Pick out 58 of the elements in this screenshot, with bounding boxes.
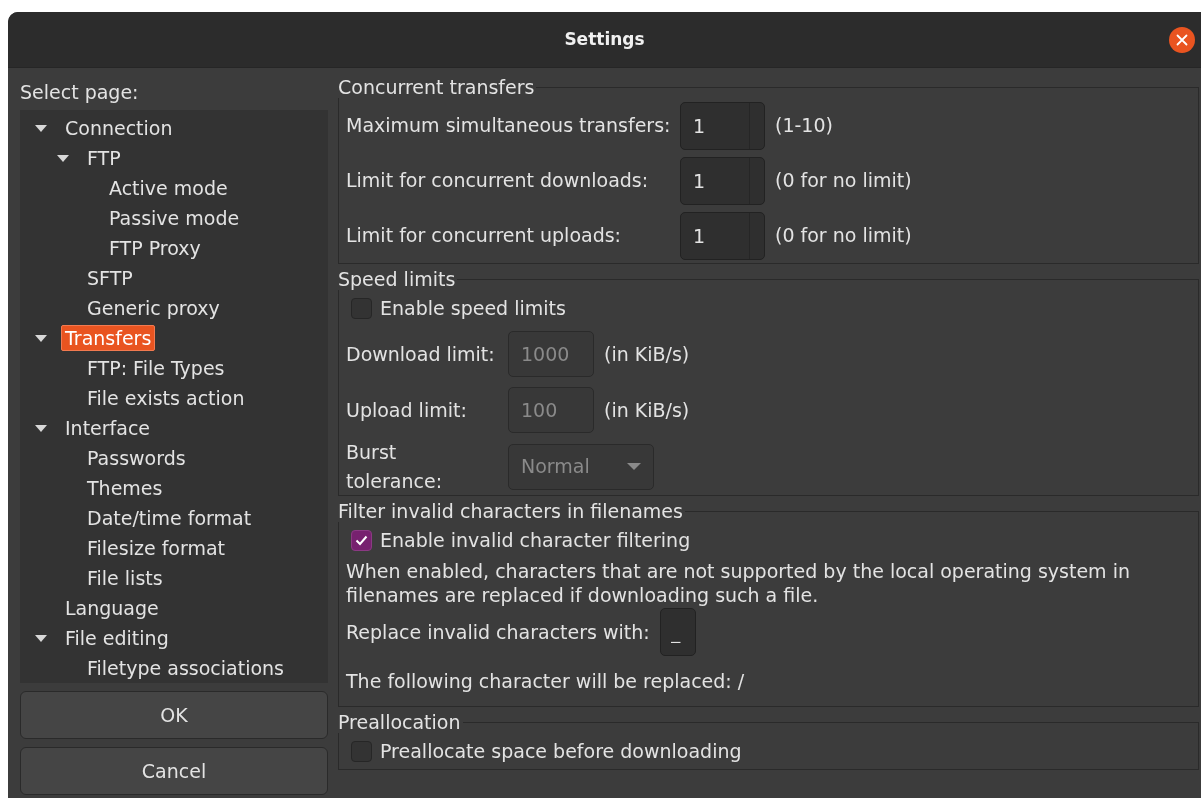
tree-item[interactable]: Date/time format (83, 505, 256, 531)
cancel-button[interactable]: Cancel (20, 747, 328, 795)
field-label: Download limit: (346, 341, 496, 367)
group-title: Filter invalid characters in filenames (338, 500, 684, 522)
field-label: Maximum simultaneous transfers: (346, 113, 670, 139)
tree-item[interactable]: Connection (61, 115, 177, 141)
group-title: Preallocation (338, 711, 462, 733)
check-icon (355, 534, 368, 546)
tree-item[interactable]: FTP (83, 145, 125, 171)
spin-field[interactable]: 1 (680, 156, 765, 205)
field-label: Limit for concurrent uploads: (346, 223, 622, 249)
tree-item[interactable]: File lists (83, 565, 167, 591)
tree-item[interactable]: FTP: File Types (83, 355, 229, 381)
hint-text: (0 for no limit) (775, 223, 912, 249)
field-label: Limit for concurrent downloads: (346, 168, 650, 194)
tree-item[interactable]: FTP Proxy (105, 235, 205, 261)
field-label: Burst tolerance: (346, 440, 444, 494)
tree-item[interactable]: SFTP (83, 265, 137, 291)
tree-item[interactable]: Generic proxy (83, 295, 224, 321)
field-label: Replace invalid characters with: (346, 619, 650, 645)
description-text: When enabled, characters that are not supported by the local operating system in filenames are replaced if downloading such a file. (346, 559, 1131, 607)
group-title: Concurrent transfers (338, 76, 536, 98)
hint-text: (in KiB/s) (604, 341, 690, 367)
expander-icon[interactable] (56, 153, 70, 163)
tree-item[interactable]: Language (61, 595, 163, 621)
tree-item[interactable]: File editing (61, 625, 173, 651)
close-button[interactable] (1169, 27, 1195, 53)
tree-item[interactable]: File exists action (83, 385, 249, 411)
close-icon (1176, 34, 1188, 46)
group-title: Speed limits (338, 268, 457, 290)
input-field[interactable]: _ (659, 608, 696, 656)
spin-field[interactable]: 1 (680, 211, 765, 260)
checkbox-label: Enable speed limits (380, 295, 566, 321)
tree-item[interactable]: Themes (83, 475, 167, 501)
caret-icon (627, 462, 641, 471)
sidebar-label: Select page: (20, 81, 139, 103)
hint-text: (in KiB/s) (604, 397, 690, 423)
spin-field[interactable]: 1 (680, 101, 765, 150)
ok-button[interactable]: OK (20, 691, 328, 739)
tree-item[interactable]: Interface (61, 415, 155, 441)
hint-text: (1-10) (775, 113, 833, 139)
field-label: Upload limit: (346, 397, 468, 423)
expander-icon[interactable] (34, 633, 48, 643)
hint-text: (0 for no limit) (775, 168, 912, 194)
tree-item[interactable]: Passive mode (105, 205, 244, 231)
checkbox-label: Preallocate space before downloading (380, 738, 742, 764)
checkbox-label: Enable invalid character filtering (380, 527, 691, 553)
tree-item[interactable]: Passwords (83, 445, 190, 471)
tree-item[interactable]: Filesize format (83, 535, 230, 561)
checkbox[interactable] (351, 529, 372, 551)
expander-icon[interactable] (34, 423, 48, 433)
description-text: The following character will be replaced: / (346, 669, 745, 693)
tree-item[interactable]: Active mode (105, 175, 232, 201)
tree-item[interactable]: Transfers (61, 325, 156, 351)
tree-item[interactable]: Filetype associations (83, 655, 288, 681)
expander-icon[interactable] (34, 333, 48, 343)
window-title: Settings (564, 27, 645, 51)
expander-icon[interactable] (34, 123, 48, 133)
